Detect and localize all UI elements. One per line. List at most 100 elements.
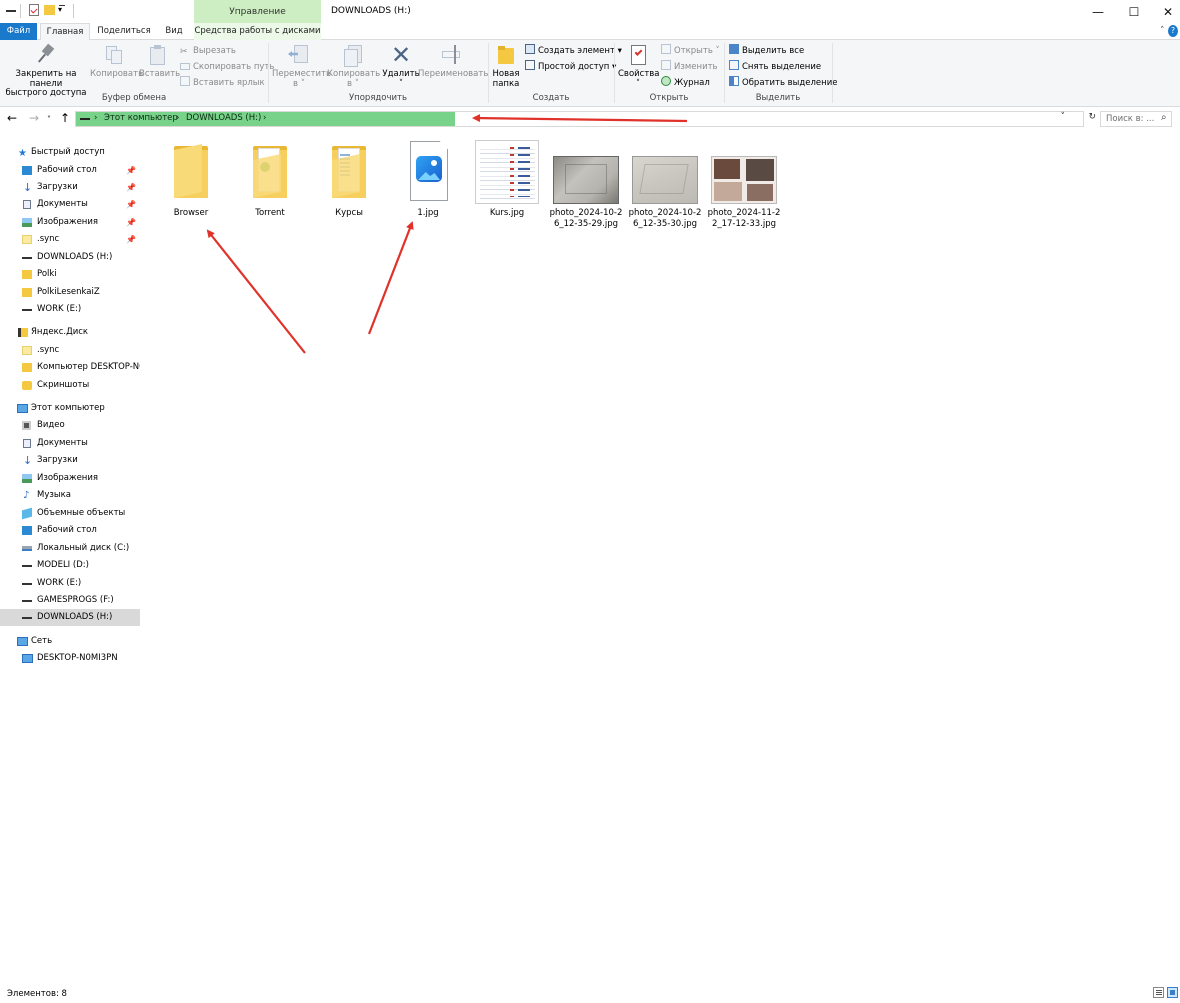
file-item-photo-1[interactable]: photo_2024-10-2 6_12-35-29.jpg — [547, 140, 625, 229]
tab-drive-tools[interactable]: Средства работы с дисками — [194, 23, 321, 40]
tab-file[interactable]: Файл — [0, 23, 37, 40]
sidebar-item-music[interactable]: ♪ Музыка — [0, 487, 140, 504]
address-dropdown-button[interactable]: ˅ — [1061, 112, 1066, 122]
close-button[interactable]: ✕ — [1150, 0, 1180, 23]
sidebar-quick-access[interactable]: ★ Быстрый доступ — [0, 144, 140, 161]
breadcrumb-downloads[interactable]: DOWNLOADS (H:) — [186, 113, 261, 123]
recent-locations-button[interactable]: ˅ — [47, 114, 51, 126]
maximize-button[interactable]: ☐ — [1116, 0, 1152, 23]
delete-button[interactable]: ✕ Удалить ˅ — [382, 43, 420, 89]
breadcrumb-separator[interactable]: › — [176, 113, 179, 123]
sidebar-label: .sync — [37, 234, 60, 244]
file-item-photo-2[interactable]: photo_2024-10-2 6_12-35-30.jpg — [626, 140, 704, 229]
new-folder-button[interactable]: Новая папка — [491, 43, 521, 89]
sidebar-item-yandex-sync[interactable]: .sync — [0, 342, 140, 359]
sidebar-item-work[interactable]: WORK (E:) — [0, 301, 140, 318]
file-item-kursy[interactable]: Курсы — [310, 140, 388, 219]
sidebar-item-sync[interactable]: .sync 📌 — [0, 231, 140, 248]
breadcrumb-separator[interactable]: › — [94, 113, 97, 123]
search-icon[interactable]: ⌕ — [1161, 112, 1167, 123]
history-button[interactable]: Журнал — [661, 76, 710, 90]
copy-button[interactable]: Копировать — [90, 43, 144, 80]
tab-view[interactable]: Вид — [160, 23, 188, 40]
sidebar-item-screenshots[interactable]: Скриншоты — [0, 377, 140, 394]
details-view-icon[interactable] — [1153, 987, 1164, 998]
file-name-line: 6_12-35-30.jpg — [632, 218, 698, 229]
sidebar-item-pc-pictures[interactable]: Изображения — [0, 470, 140, 487]
file-item-photo-3[interactable]: photo_2024-11-2 2_17-12-33.jpg — [705, 140, 783, 229]
pin-quick-access-button[interactable]: Закрепить на панели быстрого доступа — [4, 43, 88, 99]
sidebar-item-pc-documents[interactable]: Документы — [0, 435, 140, 452]
sidebar-label: Документы — [37, 438, 88, 448]
sidebar-item-drive-f[interactable]: GAMESPROGS (F:) — [0, 592, 140, 609]
edit-button[interactable]: Изменить — [661, 60, 718, 74]
sidebar-label: Загрузки — [37, 455, 78, 465]
sidebar-this-pc[interactable]: Этот компьютер — [0, 400, 140, 417]
properties-qat-icon[interactable] — [29, 4, 39, 16]
forward-button[interactable]: → — [29, 112, 39, 124]
easy-access-button[interactable]: Простой доступ ▾ — [525, 60, 616, 74]
customize-qat-icon[interactable]: ▾ — [58, 5, 67, 15]
drive-icon[interactable] — [6, 10, 16, 12]
paste-button[interactable]: Вставить — [139, 43, 180, 80]
help-icon[interactable]: ? — [1168, 25, 1178, 37]
rename-button[interactable]: Переименовать — [418, 43, 488, 80]
minimize-button[interactable]: — — [1080, 0, 1116, 23]
file-item-browser[interactable]: Browser — [152, 140, 230, 219]
open-button[interactable]: Открыть ˅ — [661, 44, 720, 58]
properties-dropdown-arrow[interactable]: ˅ — [618, 79, 658, 90]
file-item-1jpg[interactable]: 1.jpg — [389, 140, 467, 219]
back-button[interactable]: ← — [7, 112, 17, 124]
sidebar-item-desktop-pc[interactable]: DESKTOP-N0MI3PN — [0, 650, 140, 667]
new-folder-qat-icon[interactable] — [44, 5, 55, 15]
sidebar-item-yandex-computer[interactable]: Компьютер DESKTOP-N0MI3PN — [0, 359, 140, 376]
sidebar-item-drive-c[interactable]: Локальный диск (C:) — [0, 540, 140, 557]
refresh-button[interactable]: ↻ — [1088, 112, 1096, 122]
sidebar-network[interactable]: Сеть — [0, 633, 140, 650]
select-all-button[interactable]: Выделить все — [729, 44, 804, 58]
tab-home[interactable]: Главная — [40, 23, 90, 41]
sidebar-yandex-disk[interactable]: Яндекс.Диск — [0, 324, 140, 341]
sidebar-item-drive-h[interactable]: DOWNLOADS (H:) — [0, 609, 140, 626]
arrow-to-browser-folder — [206, 229, 306, 354]
folder-icon — [22, 235, 32, 244]
new-item-button[interactable]: Создать элемент ▾ — [525, 44, 622, 58]
up-button[interactable]: ↑ — [60, 112, 70, 124]
delete-dropdown-arrow[interactable]: ˅ — [382, 79, 420, 90]
folder-icon — [22, 288, 32, 297]
file-item-kursjpg[interactable]: Kurs.jpg — [468, 140, 546, 219]
large-icons-view-icon[interactable] — [1167, 987, 1178, 998]
sidebar-item-drive-d[interactable]: MODELI (D:) — [0, 557, 140, 574]
sidebar-item-video[interactable]: Видео — [0, 417, 140, 434]
sidebar-item-documents[interactable]: Документы 📌 — [0, 196, 140, 213]
sidebar-item-pc-downloads[interactable]: ↓ Загрузки — [0, 452, 140, 469]
invert-selection-button[interactable]: Обратить выделение — [729, 76, 837, 90]
sidebar-item-downloads-drive[interactable]: DOWNLOADS (H:) — [0, 249, 140, 266]
copy-label: Копировать — [90, 69, 144, 79]
tab-share[interactable]: Поделиться — [96, 23, 152, 40]
sidebar-item-polki[interactable]: Polki — [0, 266, 140, 283]
sidebar-item-desktop[interactable]: Рабочий стол 📌 — [0, 162, 140, 179]
sidebar-item-polkilesenkaiz[interactable]: PolkiLesenkaiZ — [0, 284, 140, 301]
copy-path-button[interactable]: Скопировать путь — [180, 60, 274, 74]
breadcrumb-this-pc[interactable]: Этот компьютер — [104, 113, 178, 123]
edit-label: Изменить — [674, 62, 718, 72]
sidebar-item-pictures[interactable]: Изображения 📌 — [0, 214, 140, 231]
cut-button[interactable]: ✂ Вырезать — [180, 44, 236, 58]
properties-button[interactable]: Свойства ˅ — [618, 43, 660, 90]
sidebar-item-drive-e[interactable]: WORK (E:) — [0, 575, 140, 592]
paste-shortcut-button[interactable]: Вставить ярлык — [180, 76, 265, 90]
file-item-torrent[interactable]: Torrent — [231, 140, 309, 219]
sidebar-item-3d-objects[interactable]: Объемные объекты — [0, 505, 140, 522]
select-none-button[interactable]: Снять выделение — [729, 60, 821, 74]
sidebar-item-pc-desktop[interactable]: Рабочий стол — [0, 522, 140, 539]
properties-icon — [627, 43, 649, 67]
copy-to-button[interactable]: Копировать в ˅ — [327, 43, 380, 89]
sidebar-item-downloads[interactable]: ↓ Загрузки 📌 — [0, 179, 140, 196]
breadcrumb-separator[interactable]: › — [263, 113, 266, 123]
move-to-button[interactable]: Переместить в ˅ — [272, 43, 331, 89]
move-to-icon — [288, 43, 310, 67]
image-thumbnail — [711, 140, 777, 204]
address-bar[interactable]: › Этот компьютер › DOWNLOADS (H:) › ˅ ↻ — [75, 111, 1096, 127]
ribbon: Закрепить на панели быстрого доступа Коп… — [0, 40, 1180, 107]
